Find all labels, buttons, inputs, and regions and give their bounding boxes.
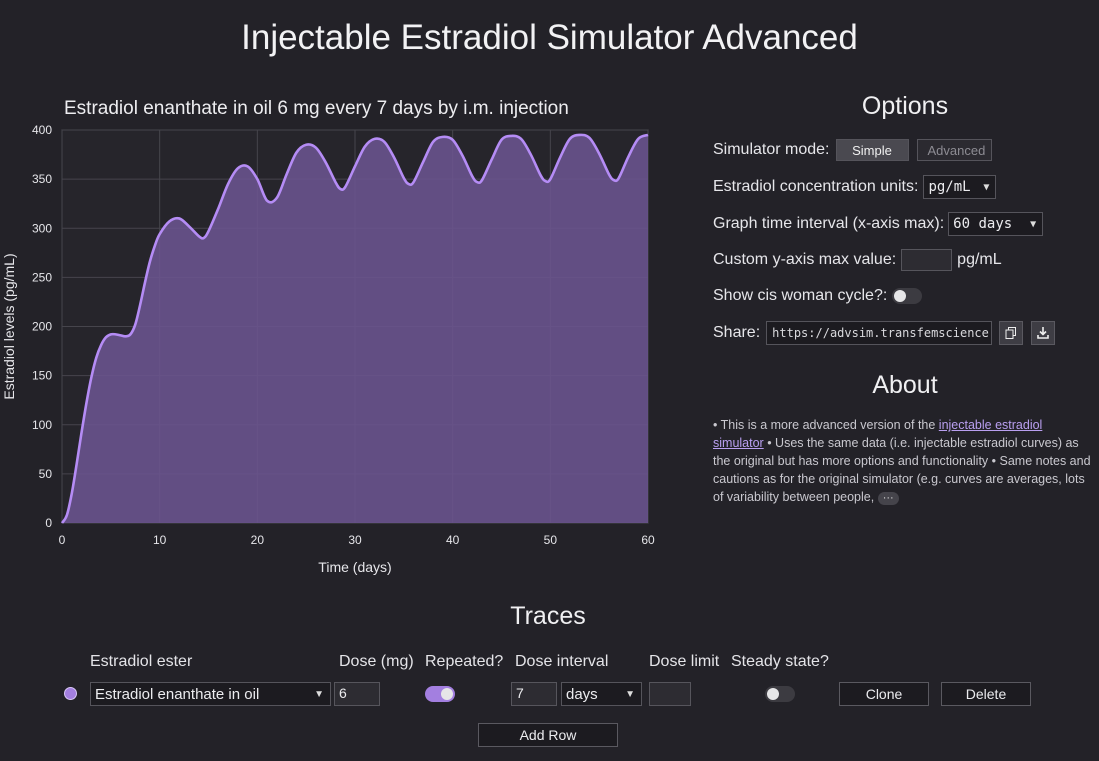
x-axis-label: Time (days) — [318, 559, 391, 575]
y-tick-label: 400 — [32, 123, 52, 137]
page-title: Injectable Estradiol Simulator Advanced — [241, 18, 858, 57]
interval-unit-value: days — [566, 685, 598, 703]
interval-input[interactable]: 7 — [511, 682, 557, 706]
options-heading: Options — [861, 92, 949, 120]
interval-label: Graph time interval (x-axis max): — [713, 215, 945, 232]
units-row: Estradiol concentration units: pg/mL ▼ — [713, 175, 997, 199]
x-tick-label: 20 — [251, 533, 265, 547]
mode-simple-button[interactable]: Simple — [835, 139, 909, 161]
units-label: Estradiol concentration units: — [713, 178, 919, 195]
about-heading: About — [872, 371, 938, 399]
x-tick-label: 30 — [348, 533, 362, 547]
header-dose: Dose (mg) — [339, 653, 414, 670]
header-repeated: Repeated? — [425, 653, 504, 670]
x-tick-label: 40 — [446, 533, 460, 547]
share-row: Share: https://advsim.transfemscience.or… — [713, 321, 1056, 345]
share-label: Share: — [713, 324, 761, 341]
trace-color-swatch[interactable] — [64, 687, 77, 700]
ester-select-value: Estradiol enanthate in oil — [95, 685, 260, 703]
chevron-down-icon: ▼ — [314, 688, 324, 700]
download-button[interactable] — [1031, 321, 1056, 345]
ymax-label: Custom y-axis max value: — [713, 251, 897, 268]
interval-select-value: 60 days — [953, 216, 1013, 232]
chevron-down-icon: ▼ — [1030, 218, 1037, 230]
delete-button[interactable]: Delete — [941, 682, 1031, 706]
y-tick-label: 250 — [32, 270, 52, 284]
y-tick-label: 150 — [32, 369, 52, 383]
ymax-input[interactable] — [901, 249, 953, 271]
y-tick-label: 50 — [39, 467, 53, 481]
x-tick-label: 0 — [59, 533, 66, 547]
y-tick-label: 0 — [45, 516, 52, 530]
simulator-mode-row: Simulator mode: Simple Advanced — [713, 139, 992, 161]
y-tick-label: 100 — [32, 418, 52, 432]
simulator-mode-label: Simulator mode: — [713, 141, 830, 158]
more-button[interactable]: ··· — [877, 492, 899, 505]
ester-select[interactable]: Estradiol enanthate in oil ▼ — [90, 682, 331, 706]
y-tick-label: 350 — [32, 172, 52, 186]
copy-icon — [1005, 327, 1017, 339]
download-icon — [1037, 327, 1049, 339]
cycle-row: Show cis woman cycle?: — [713, 287, 923, 305]
x-tick-label: 50 — [544, 533, 558, 547]
cycle-label: Show cis woman cycle?: — [713, 287, 888, 304]
y-axis-label: Estradiol levels (pg/mL) — [1, 253, 17, 399]
traces-heading: Traces — [510, 602, 586, 630]
toggle-knob — [767, 688, 780, 700]
estradiol-chart: 0 50 100 150 200 250 300 350 400 0 10 20 30 40 50 60 Est… — [1, 98, 655, 575]
y-tick-label: 200 — [32, 320, 52, 334]
header-limit: Dose limit — [649, 653, 720, 670]
header-steady: Steady state? — [731, 653, 829, 670]
clone-button[interactable]: Clone — [839, 682, 929, 706]
y-tick-label: 300 — [32, 221, 52, 235]
dose-input[interactable]: 6 — [334, 682, 380, 706]
about-text: • This is a more advanced version of the… — [713, 416, 1091, 506]
copy-button[interactable] — [999, 321, 1024, 345]
interval-row: Graph time interval (x-axis max): 60 day… — [713, 212, 1044, 236]
chevron-down-icon: ▼ — [625, 688, 635, 700]
units-select-value: pg/mL — [928, 179, 971, 195]
chevron-down-icon: ▼ — [983, 181, 990, 193]
x-tick-label: 60 — [641, 533, 655, 547]
chart-title: Estradiol enanthate in oil 6 mg every 7 … — [64, 98, 569, 119]
interval-select[interactable]: 60 days ▼ — [948, 212, 1044, 236]
toggle-knob — [441, 688, 453, 700]
about-text-part2: • Uses the same data (i.e. injectable es… — [713, 436, 1091, 504]
ymax-unit: pg/mL — [957, 251, 1002, 268]
steady-state-toggle[interactable] — [765, 686, 796, 702]
ymax-row: Custom y-axis max value: pg/mL — [713, 249, 1002, 271]
about-text-part1: • This is a more advanced version of the — [713, 418, 939, 432]
chart-panel: 0 50 100 150 200 250 300 350 400 0 10 20 30 40 50 60 Est… — [0, 90, 670, 590]
header-interval: Dose interval — [515, 653, 609, 670]
add-row-button[interactable]: Add Row — [478, 723, 618, 747]
share-url-input[interactable]: https://advsim.transfemscience.org/?r=1 — [766, 321, 993, 345]
toggle-knob — [894, 290, 907, 302]
x-tick-label: 10 — [153, 533, 167, 547]
header-ester: Estradiol ester — [90, 653, 193, 670]
repeated-toggle[interactable] — [425, 686, 455, 702]
units-select[interactable]: pg/mL ▼ — [923, 175, 997, 199]
mode-advanced-button[interactable]: Advanced — [916, 139, 992, 161]
cycle-toggle[interactable] — [892, 288, 923, 304]
dose-limit-input[interactable] — [649, 682, 691, 706]
interval-unit-select[interactable]: days ▼ — [561, 682, 642, 706]
